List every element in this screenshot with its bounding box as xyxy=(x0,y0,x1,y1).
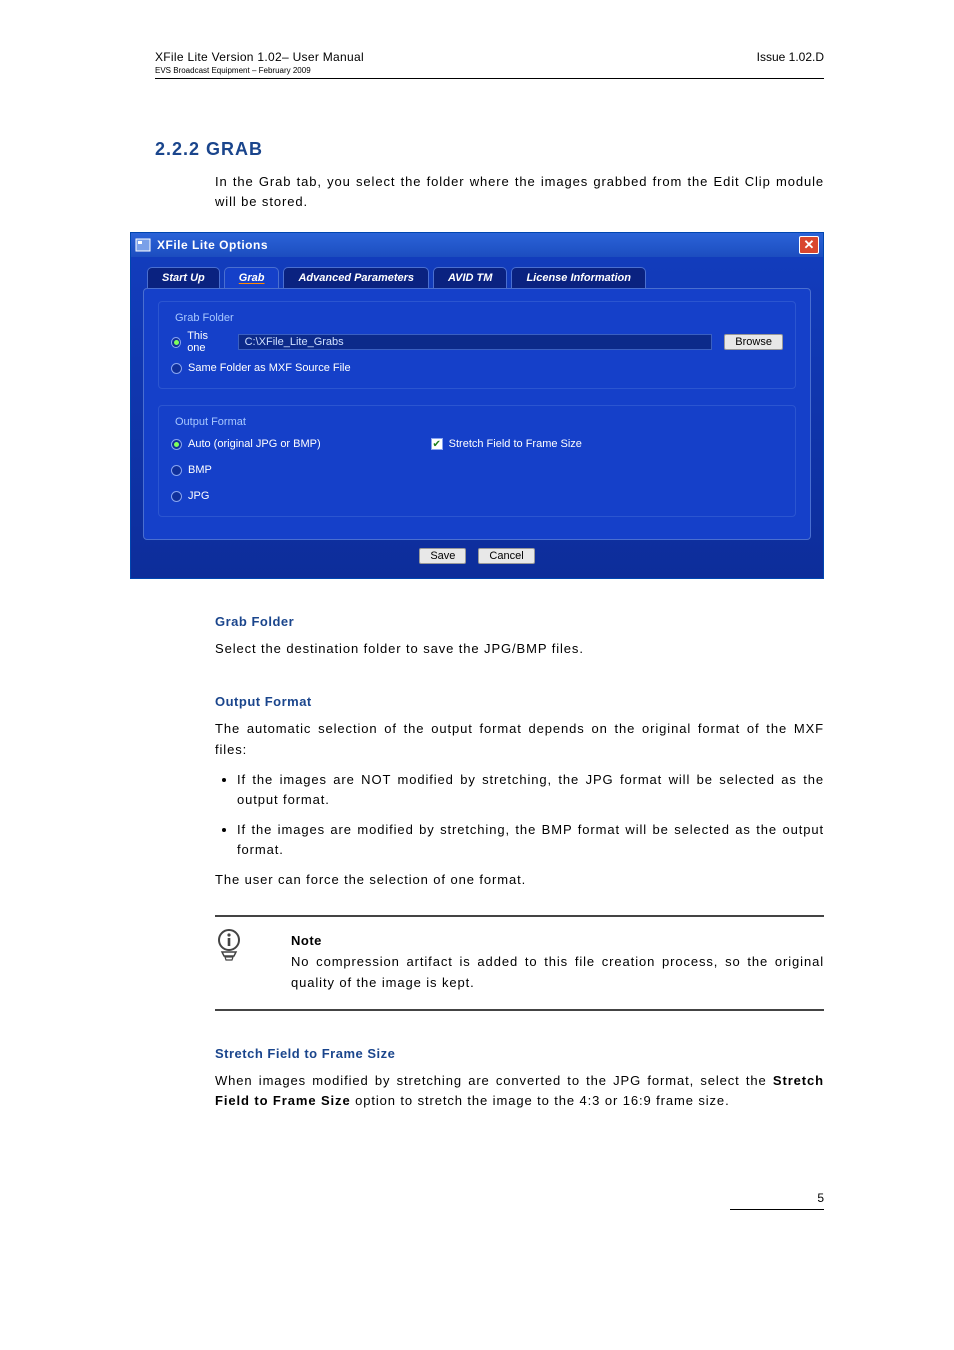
note-text: No compression artifact is added to this… xyxy=(291,952,824,992)
titlebar: XFile Lite Options ✕ xyxy=(131,233,823,257)
subsection-grab-folder: Grab Folder xyxy=(215,614,824,629)
subsection-stretch: Stretch Field to Frame Size xyxy=(215,1046,824,1061)
header-rule xyxy=(155,78,824,79)
header-title: XFile Lite Version 1.02– User Manual xyxy=(155,50,364,64)
radio-same-folder-label: Same Folder as MXF Source File xyxy=(188,362,351,374)
subsection-output-format: Output Format xyxy=(215,694,824,709)
checkbox-stretch[interactable]: ✔ xyxy=(431,438,443,450)
header-subtitle: EVS Broadcast Equipment – February 2009 xyxy=(155,66,364,75)
browse-button[interactable]: Browse xyxy=(724,334,783,350)
dialog-actions: Save Cancel xyxy=(143,548,811,564)
page-header: XFile Lite Version 1.02– User Manual EVS… xyxy=(0,0,954,75)
note-block: Note No compression artifact is added to… xyxy=(215,917,824,1008)
legend-output-format: Output Format xyxy=(171,416,250,428)
tabstrip: Start Up Grab Advanced Parameters AVID T… xyxy=(143,267,811,288)
tab-grab[interactable]: Grab xyxy=(224,267,280,288)
stretch-text-2: option to stretch the image to the 4:3 o… xyxy=(351,1093,730,1108)
grab-folder-text: Select the destination folder to save th… xyxy=(215,639,824,659)
grab-path-input[interactable] xyxy=(238,334,713,350)
legend-grab-folder: Grab Folder xyxy=(171,312,238,324)
header-issue: Issue 1.02.D xyxy=(757,50,824,75)
note-heading: Note xyxy=(291,933,824,948)
dialog-title: XFile Lite Options xyxy=(157,238,799,252)
output-format-list: If the images are NOT modified by stretc… xyxy=(215,770,824,861)
output-format-intro: The automatic selection of the output fo… xyxy=(215,719,824,759)
app-icon xyxy=(135,237,151,253)
radio-same-folder[interactable] xyxy=(171,363,182,374)
radio-this-one-label: This one xyxy=(187,330,225,354)
fieldset-grab-folder: Grab Folder This one Browse Same Folder … xyxy=(158,301,796,389)
tab-startup[interactable]: Start Up xyxy=(147,267,220,288)
radio-bmp-label: BMP xyxy=(188,464,212,476)
section-heading-grab: 2.2.2 GRAB xyxy=(155,139,824,160)
radio-auto-label: Auto (original JPG or BMP) xyxy=(188,438,321,450)
radio-jpg-label: JPG xyxy=(188,490,209,502)
footer-rule xyxy=(730,1209,824,1210)
note-rule-bottom xyxy=(215,1009,824,1011)
page-number: 5 xyxy=(0,1191,824,1209)
save-button[interactable]: Save xyxy=(419,548,466,564)
radio-this-one[interactable] xyxy=(171,337,181,348)
list-item: If the images are NOT modified by stretc… xyxy=(237,770,824,810)
tab-avid[interactable]: AVID TM xyxy=(433,267,507,288)
list-item: If the images are modified by stretching… xyxy=(237,820,824,860)
note-icon xyxy=(215,929,243,966)
tab-panel-grab: Grab Folder This one Browse Same Folder … xyxy=(143,288,811,540)
radio-bmp[interactable] xyxy=(171,465,182,476)
output-format-footer: The user can force the selection of one … xyxy=(215,870,824,890)
close-icon[interactable]: ✕ xyxy=(799,236,819,254)
options-dialog: XFile Lite Options ✕ Start Up Grab Advan… xyxy=(130,232,824,579)
tab-advanced[interactable]: Advanced Parameters xyxy=(283,267,429,288)
checkbox-stretch-label: Stretch Field to Frame Size xyxy=(449,438,582,450)
radio-auto[interactable] xyxy=(171,439,182,450)
stretch-text-1: When images modified by stretching are c… xyxy=(215,1073,773,1088)
fieldset-output-format: Output Format Auto (original JPG or BMP)… xyxy=(158,405,796,517)
radio-jpg[interactable] xyxy=(171,491,182,502)
intro-text: In the Grab tab, you select the folder w… xyxy=(215,172,824,212)
tab-license[interactable]: License Information xyxy=(511,267,646,288)
cancel-button[interactable]: Cancel xyxy=(478,548,534,564)
stretch-text: When images modified by stretching are c… xyxy=(215,1071,824,1111)
